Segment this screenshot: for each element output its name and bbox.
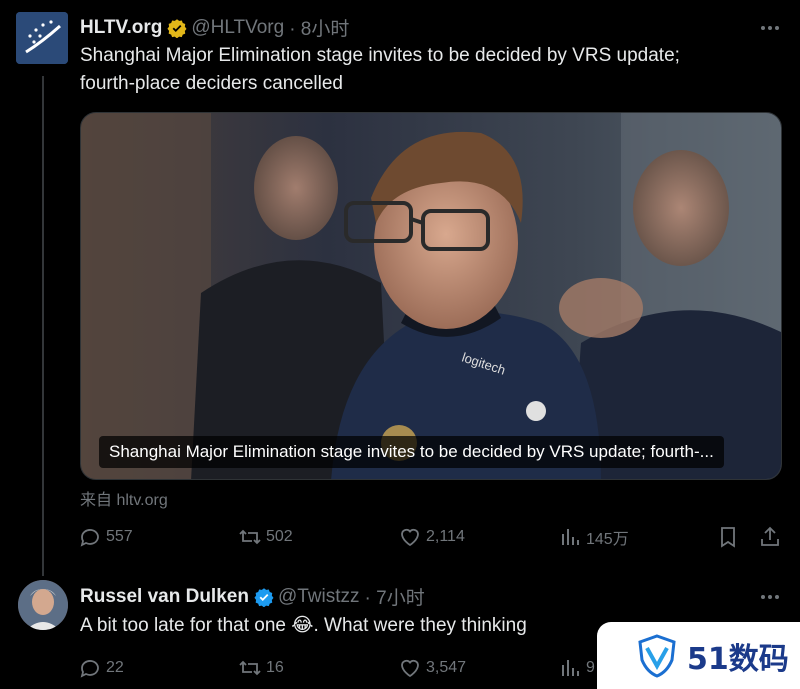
reply-author-name[interactable]: Russel van Dulken bbox=[80, 586, 249, 608]
reply-time[interactable]: · 7小时 bbox=[365, 583, 425, 610]
thread-connector-line bbox=[42, 76, 44, 576]
heart-icon bbox=[401, 659, 419, 678]
reply-more-options-icon[interactable] bbox=[758, 585, 782, 609]
retweet-icon bbox=[239, 660, 261, 676]
link-card-caption: Shanghai Major Elimination stage invites… bbox=[99, 436, 724, 468]
reply-count: 557 bbox=[106, 528, 133, 545]
views-button[interactable]: 145万 bbox=[558, 525, 629, 549]
tweet-header: HLTV.org @HLTVorg · 8小时 bbox=[80, 14, 349, 41]
retweet-count: 502 bbox=[266, 528, 293, 545]
more-options-icon[interactable] bbox=[758, 16, 782, 40]
hltv-avatar[interactable] bbox=[16, 12, 68, 64]
reply-text-start: A bit too late for that one bbox=[80, 615, 292, 636]
blue-verified-badge-icon bbox=[254, 587, 274, 607]
share-icon bbox=[761, 526, 779, 546]
author-name[interactable]: HLTV.org bbox=[80, 17, 162, 39]
like-count: 2,114 bbox=[426, 528, 465, 545]
gold-verified-badge-icon bbox=[167, 18, 187, 38]
reply-views-button[interactable]: 9 bbox=[558, 656, 595, 680]
shield-logo-icon bbox=[638, 633, 676, 678]
tweet-text-line-1: Shanghai Major Elimination stage invites… bbox=[80, 45, 680, 66]
retweet-icon bbox=[239, 529, 261, 545]
watermark-51shuma: 51数码 bbox=[597, 622, 800, 689]
tweet-text: Shanghai Major Elimination stage invites… bbox=[80, 42, 680, 98]
retweet-button[interactable]: 502 bbox=[238, 525, 293, 549]
views-icon bbox=[562, 660, 579, 676]
reply-retweet-button[interactable]: 16 bbox=[238, 656, 284, 680]
bookmark-icon bbox=[721, 527, 735, 548]
link-card-image: logitech bbox=[81, 113, 781, 479]
reply-icon bbox=[80, 660, 99, 678]
link-source[interactable]: 来自 hltv.org bbox=[80, 486, 168, 510]
view-count: 145万 bbox=[586, 531, 629, 548]
reply-author-handle[interactable]: @Twistzz bbox=[278, 586, 360, 608]
reply-reply-count: 22 bbox=[106, 659, 124, 676]
bookmark-button[interactable] bbox=[716, 525, 740, 549]
watermark-text: 51数码 bbox=[687, 641, 789, 677]
like-button[interactable]: 2,114 bbox=[398, 525, 465, 549]
link-card[interactable]: logitech Shanghai Major Elimination stag… bbox=[80, 112, 782, 480]
author-handle[interactable]: @HLTVorg bbox=[191, 17, 284, 39]
reply-reply-button[interactable]: 22 bbox=[78, 656, 124, 680]
reply-retweet-count: 16 bbox=[266, 659, 284, 676]
reply-icon bbox=[80, 529, 99, 547]
reply-header: Russel van Dulken @Twistzz · 7小时 bbox=[80, 583, 425, 610]
share-button[interactable] bbox=[758, 525, 782, 549]
tweet-time[interactable]: · 8小时 bbox=[289, 14, 349, 41]
reply-button[interactable]: 557 bbox=[78, 525, 133, 549]
reply-view-count: 9 bbox=[586, 659, 595, 676]
heart-icon bbox=[401, 528, 419, 547]
reply-text: A bit too late for that one 😂. What were… bbox=[80, 612, 527, 640]
views-icon bbox=[562, 529, 579, 545]
reply-like-count: 3,547 bbox=[426, 659, 467, 676]
laughing-emoji-icon: 😂 bbox=[291, 615, 314, 636]
reply-like-button[interactable]: 3,547 bbox=[398, 656, 466, 680]
reply-text-end: . What were they thinking bbox=[313, 615, 527, 636]
tweet-actions: 557 502 2,114 145万 bbox=[78, 525, 784, 555]
tweet-text-line-2: fourth-place deciders cancelled bbox=[80, 73, 343, 94]
twistzz-avatar[interactable] bbox=[18, 580, 68, 630]
